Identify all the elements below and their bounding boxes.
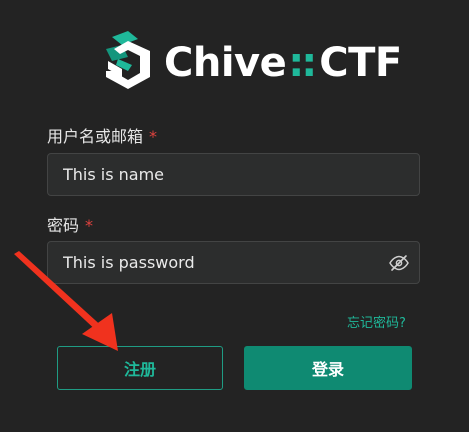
brand-name-separator: ::	[288, 40, 317, 86]
username-field[interactable]	[47, 153, 420, 196]
brand-name-ctf: CTF	[319, 40, 402, 86]
username-label-text: 用户名或邮箱	[47, 127, 144, 146]
username-label: 用户名或邮箱 *	[47, 127, 157, 147]
password-field[interactable]	[47, 241, 420, 284]
username-required-mark: *	[149, 127, 158, 146]
password-input[interactable]	[48, 242, 383, 283]
username-input[interactable]	[48, 154, 383, 195]
brand-logo: Chive :: CTF	[98, 30, 402, 96]
eye-slash-icon[interactable]	[389, 254, 409, 272]
forgot-password-link[interactable]: 忘记密码?	[347, 312, 406, 331]
chive-logo-icon	[106, 31, 150, 89]
login-button[interactable]: 登录	[244, 346, 412, 390]
brand-name-chive: Chive	[164, 40, 287, 86]
password-label: 密码 *	[47, 216, 93, 236]
register-button[interactable]: 注册	[57, 346, 223, 390]
password-label-text: 密码	[47, 216, 80, 235]
brand-name: Chive :: CTF	[164, 43, 402, 83]
password-required-mark: *	[85, 216, 94, 235]
